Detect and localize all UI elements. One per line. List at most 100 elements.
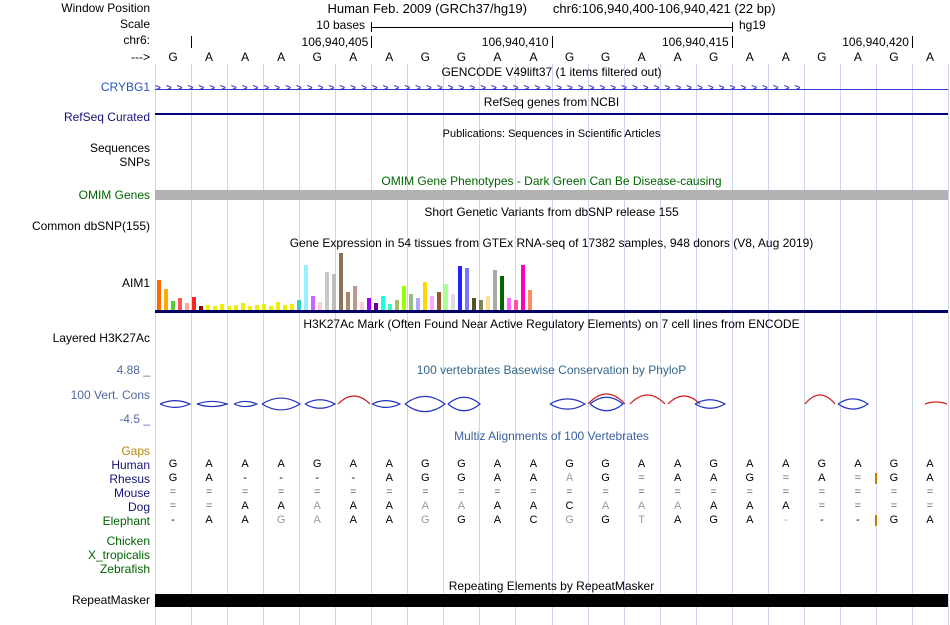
omim-track-title: OMIM Gene Phenotypes - Dark Green Can Be… <box>381 174 722 188</box>
column-guide <box>948 64 949 625</box>
conservation-arc <box>667 395 701 405</box>
phylop-track-title: 100 vertebrates Basewise Conservation by… <box>416 363 687 377</box>
gtex-bar <box>409 294 413 310</box>
gtex-bar <box>192 297 196 310</box>
alignment-cell: G <box>889 458 899 470</box>
gtex-bar <box>514 300 518 310</box>
conservation-arc <box>337 395 371 405</box>
gtex-bar <box>185 303 189 310</box>
conservation-plot[interactable] <box>0 385 950 423</box>
alignment-cell: G <box>457 458 466 470</box>
alignment-cell: = <box>566 486 573 498</box>
refseq-curated-item[interactable] <box>155 113 948 115</box>
gtex-bar <box>346 292 350 310</box>
conservation-arc <box>629 394 666 405</box>
alignment-cell: A <box>277 500 285 512</box>
alignment-cell: = <box>422 486 429 498</box>
alignment-cell: - <box>856 514 860 526</box>
species-label-gaps[interactable]: Gaps <box>121 444 150 458</box>
alignment-cell: G <box>709 514 718 526</box>
gtex-bar <box>339 253 343 310</box>
ruler-tick-label: 106,940,410 <box>481 35 549 49</box>
gene-model-line[interactable] <box>155 310 948 313</box>
species-label-elephant[interactable]: Elephant <box>103 514 150 528</box>
alignment-cell: G <box>601 472 610 484</box>
column-guide <box>695 64 697 625</box>
species-label-dog[interactable]: Dog <box>128 500 150 514</box>
alignment-cell: A <box>241 514 249 526</box>
alignment-cell: - <box>351 472 356 484</box>
gtex-bar <box>528 290 532 310</box>
alignment-cell: A <box>818 472 826 484</box>
alignment-cell: = <box>494 486 501 498</box>
conservation-arc <box>404 395 446 413</box>
alignment-cell: A <box>349 500 357 512</box>
species-label-rhesus[interactable]: Rhesus <box>109 472 150 486</box>
column-guide <box>155 64 156 625</box>
dbsnp-track-title: Short Genetic Variants from dbSNP releas… <box>424 205 679 219</box>
alignment-cell: A <box>637 500 646 512</box>
track-label-snps[interactable]: SNPs <box>119 156 150 169</box>
column-guide <box>875 64 877 625</box>
species-label-zebrafish[interactable]: Zebrafish <box>100 562 150 576</box>
alignment-cell: = <box>386 486 393 498</box>
track-label-repeatmasker[interactable]: RepeatMasker <box>72 594 150 607</box>
alignment-cell: = <box>854 500 862 512</box>
species-label-human[interactable]: Human <box>111 458 150 472</box>
gencode-track-title: GENCODE V49lift37 (1 items filtered out) <box>441 65 662 79</box>
base-letter: A <box>925 50 934 64</box>
conservation-arc <box>196 400 229 408</box>
base-letter: G <box>420 50 430 64</box>
base-letter: A <box>853 50 862 64</box>
alignment-cell: A <box>493 458 502 470</box>
position-range: chr6:106,940,400-106,940,421 (22 bp) <box>552 1 776 16</box>
conservation-arc <box>371 400 402 408</box>
conservation-arc <box>837 398 870 410</box>
gtex-bar <box>437 292 441 310</box>
alignment-cell: = <box>926 500 934 512</box>
base-letter: G <box>817 50 827 64</box>
ruler-tick-label: 106,940,415 <box>662 35 729 49</box>
alignment-cell: A <box>385 500 393 512</box>
base-letter: G <box>564 50 575 64</box>
gene-label-crybg1[interactable]: CRYBG1 <box>101 81 150 94</box>
gtex-bar <box>521 265 525 310</box>
species-label-chicken[interactable]: Chicken <box>107 534 150 548</box>
gtex-bar <box>500 276 504 310</box>
conservation-arc <box>804 394 836 405</box>
gene-label-aim1[interactable]: AIM1 <box>122 277 150 290</box>
base-letter: G <box>312 50 322 64</box>
track-label-common-dbsnp[interactable]: Common dbSNP(155) <box>32 220 150 233</box>
alignment-cell: A <box>205 458 213 470</box>
track-label-layered-h3k27ac[interactable]: Layered H3K27Ac <box>53 332 150 345</box>
alignment-cell: G <box>168 472 178 484</box>
alignment-cell: = <box>818 486 826 498</box>
alignment-cell: A <box>673 458 682 470</box>
genome-browser-view: Window Position Scale chr6: ---> CRYBG1 … <box>0 0 950 625</box>
alignment-cell: A <box>854 458 862 470</box>
alignment-cell: G <box>709 458 718 470</box>
species-label-x_tropicalis[interactable]: X_tropicalis <box>88 548 150 562</box>
track-label-refseq-curated[interactable]: RefSeq Curated <box>64 111 150 124</box>
alignment-cell: - <box>783 514 788 526</box>
conservation-arc <box>587 393 626 405</box>
ruler-tick <box>731 36 733 48</box>
alignment-cell: C <box>565 500 574 512</box>
phylop-max-value: 4.88 _ <box>116 363 150 377</box>
alignment-cell: C <box>529 514 538 526</box>
alignment-cell: = <box>169 500 177 512</box>
alignment-cell: A <box>673 514 682 526</box>
ruler-tick <box>371 36 373 48</box>
gtex-bar <box>472 298 476 310</box>
column-guide <box>767 64 769 625</box>
gtex-bar <box>395 300 399 310</box>
track-label-sequences[interactable]: Sequences <box>90 142 150 155</box>
conservation-arc <box>549 398 587 410</box>
omim-genes-bar[interactable] <box>155 190 948 200</box>
track-label-omim-genes[interactable]: OMIM Genes <box>79 189 150 202</box>
repeatmasker-bar[interactable] <box>155 594 948 607</box>
column-guide <box>911 64 913 625</box>
column-guide <box>623 64 625 625</box>
species-label-mouse[interactable]: Mouse <box>114 486 150 500</box>
alignment-cell: A <box>493 514 502 526</box>
